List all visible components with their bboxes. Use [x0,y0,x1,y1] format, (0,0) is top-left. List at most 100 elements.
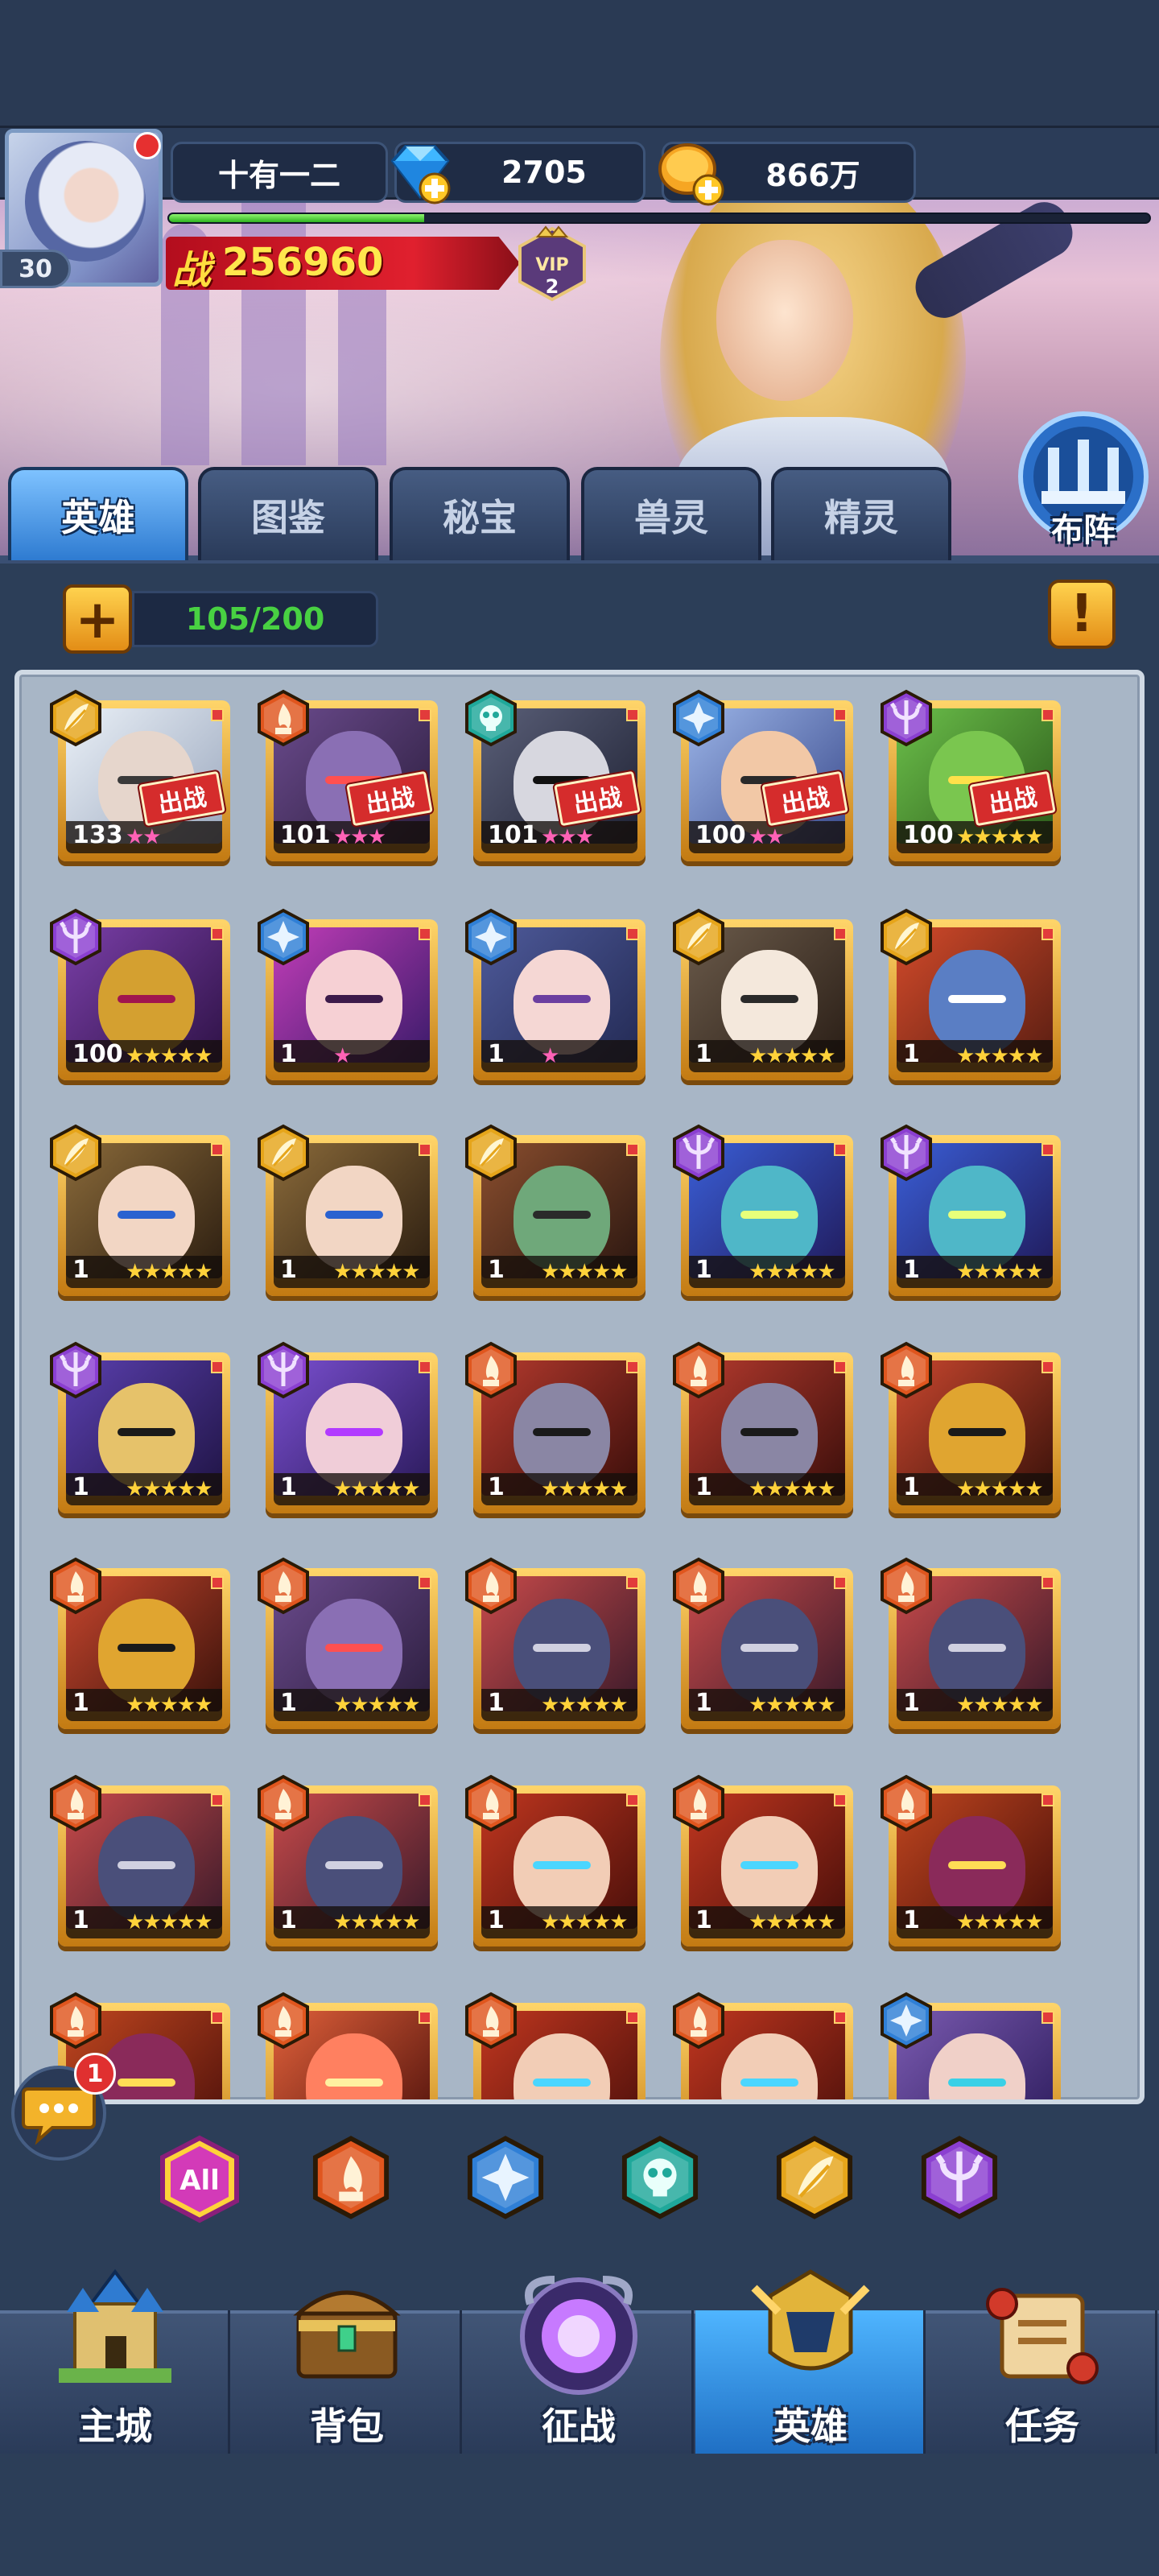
hero-stars: ★★★★★ [126,1910,213,1934]
card-corner-mark [834,2011,847,2024]
hero-card[interactable]: 1 ★★★★★ [50,1341,230,1513]
tab-label: 图鉴 [251,496,325,539]
hero-stars: ★★★★★ [541,1477,629,1501]
card-corner-mark [834,927,847,940]
hero-card[interactable]: 1 ★★★★★ [673,1557,853,1729]
tab-2[interactable]: 图鉴 [198,467,378,560]
hero-card[interactable]: 1 ★★★★★ [465,1557,645,1729]
hero-card[interactable]: 1 ★★★★★ [258,1557,438,1729]
hero-card[interactable]: 1 ★★★★★ [881,908,1061,1080]
light-faction-icon [48,689,103,747]
hero-card[interactable]: 1 ★★★★★ [673,1124,853,1296]
hero-stars: ★★★★★ [126,1260,213,1284]
filter-undead[interactable] [620,2135,703,2223]
formation-label: 布阵 [1051,512,1116,549]
hero-stars: ★★★★★ [956,1693,1044,1717]
card-corner-mark [834,1143,847,1156]
fire-faction-icon [879,1774,934,1832]
light-faction-icon [776,2136,853,2219]
fire-faction-icon [464,1774,518,1832]
hero-card[interactable]: 101 ★★★ 出战 [465,689,645,861]
hero-card[interactable]: 1 ★ [465,908,645,1080]
card-corner-mark [419,2011,431,2024]
hero-level: 1 [695,1906,712,1934]
nav-item-4[interactable]: 英雄 [695,2269,926,2454]
fire-faction-icon [671,1341,726,1399]
hero-card[interactable] [673,1992,853,2099]
hero-card[interactable]: 1 ★★★★★ [881,1557,1061,1729]
dark-faction-icon [48,1341,103,1399]
hero-card[interactable] [881,1992,1061,2099]
undead-faction-icon [464,689,518,747]
expand-capacity-button[interactable]: + [63,584,132,654]
hero-card[interactable]: 1 ★ [258,908,438,1080]
hero-level: 1 [280,1689,297,1717]
filter-water[interactable] [465,2135,549,2223]
hero-card[interactable]: 1 ★★★★★ [673,908,853,1080]
info-alert-button[interactable]: ! [1048,580,1116,649]
hero-card[interactable]: 1 ★★★★★ [50,1774,230,1946]
card-corner-mark [1041,1576,1054,1589]
hero-card[interactable]: 101 ★★★ 出战 [258,689,438,861]
hero-card[interactable]: 1 ★★★★★ [881,1341,1061,1513]
hero-card[interactable]: 100 ★★ 出战 [673,689,853,861]
hero-stars: ★★★★★ [126,1044,213,1068]
card-corner-mark [419,1143,431,1156]
tab-5[interactable]: 精灵 [771,467,951,560]
hero-stars: ★★★★★ [956,1260,1044,1284]
nav-item-3[interactable]: 征战 [464,2276,694,2454]
gem-count: 2705 [501,155,587,190]
vip-text: VIP [535,255,568,275]
hero-card[interactable]: 1 ★★★★★ [258,1341,438,1513]
tab-3[interactable]: 秘宝 [390,467,570,560]
tab-4[interactable]: 兽灵 [581,467,761,560]
hero-card[interactable]: 100 ★★★★★ [50,908,230,1080]
hero-card[interactable]: 1 ★★★★★ [50,1557,230,1729]
filter-light[interactable] [774,2135,858,2223]
filter-all[interactable]: All [158,2135,241,2223]
fire-faction-icon [464,1557,518,1615]
hero-card[interactable]: 1 ★★★★★ [465,1341,645,1513]
filter-dark[interactable] [919,2135,1003,2223]
hero-card[interactable]: 1 ★★★★★ [673,1341,853,1513]
vip-badge[interactable]: VIP 2 [515,225,589,303]
hero-card[interactable]: 1 ★★★★★ [465,1124,645,1296]
card-corner-mark [834,1360,847,1373]
card-corner-mark [419,1360,431,1373]
filter-fire[interactable] [311,2135,394,2223]
hero-stars: ★★★★★ [749,1260,836,1284]
card-corner-mark [419,708,431,721]
nav-item-5[interactable]: 任务 [927,2288,1157,2454]
card-corner-mark [626,1576,639,1589]
gold-coin-plus-icon[interactable] [654,134,731,211]
hero-card[interactable]: 1 ★★★★★ [258,1124,438,1296]
hero-card[interactable]: 1 ★★★★★ [465,1774,645,1946]
hero-card[interactable]: 1 ★★★★★ [881,1124,1061,1296]
hero-card[interactable]: 1 ★★★★★ [50,1124,230,1296]
hero-level: 1 [488,1689,505,1717]
hero-card[interactable] [258,1992,438,2099]
hero-level: 1 [903,1473,920,1501]
hero-level: 1 [280,1906,297,1934]
tab-1[interactable]: 英雄 [8,467,188,560]
hero-grid: 133 ★★ 出战 101 ★★★ 出战 101 ★★★ 出战 100 ★★ 出战 100 ★★★★★ 出战… [14,670,1145,2104]
hero-stars: ★★★★★ [541,1910,629,1934]
nav-item-1[interactable]: 主城 [0,2268,230,2454]
hero-level: 1 [488,1906,505,1934]
hero-level: 1 [488,1473,505,1501]
hero-level: 1 [72,1473,89,1501]
water-faction-icon [671,689,726,747]
diamond-plus-icon[interactable] [382,134,459,211]
hero-card[interactable]: 1 ★★★★★ [258,1774,438,1946]
bottom-safe-area [0,2454,1159,2576]
hero-card[interactable] [465,1992,645,2099]
hero-card[interactable]: 1 ★★★★★ [881,1774,1061,1946]
hero-card[interactable]: 1 ★★★★★ [673,1774,853,1946]
card-corner-mark [1041,2011,1054,2024]
hero-card[interactable]: 133 ★★ 出战 [50,689,230,861]
card-corner-mark [211,927,224,940]
nav-label: 背包 [310,2405,384,2448]
nav-item-2[interactable]: 背包 [232,2290,462,2454]
combat-power-label: 战 [172,248,212,293]
hero-card[interactable]: 100 ★★★★★ 出战 [881,689,1061,861]
